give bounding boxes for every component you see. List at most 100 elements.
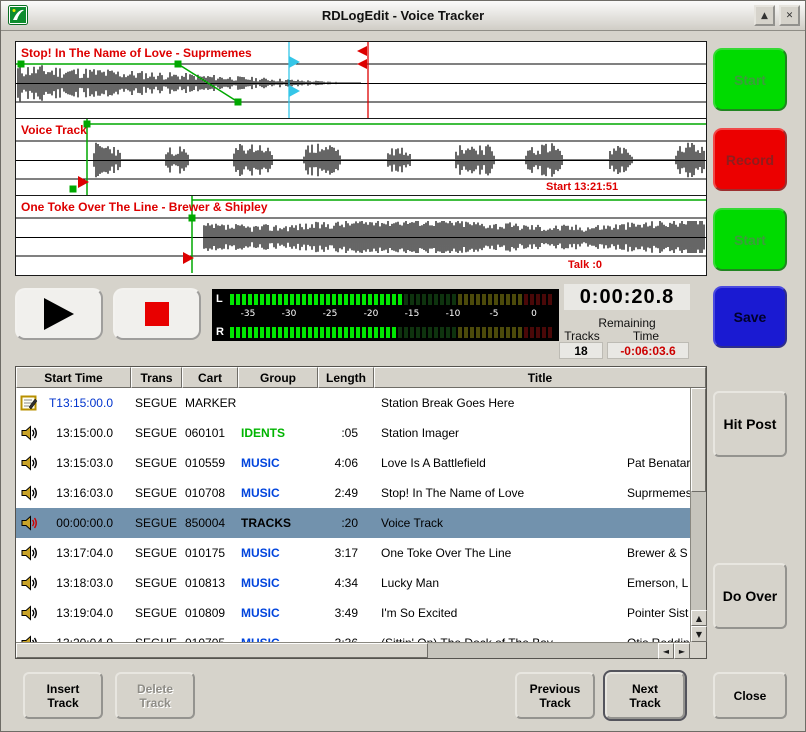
table-row[interactable]: 13:16:03.0SEGUE010708MUSIC2:49Stop! In T… <box>16 478 690 508</box>
cell-trans: SEGUE <box>131 396 182 410</box>
stop-button[interactable] <box>113 288 201 340</box>
table-row[interactable]: 13:19:04.0SEGUE010809MUSIC3:49I'm So Exc… <box>16 598 690 628</box>
cell-cart: 850004 <box>182 516 238 530</box>
cell-cart: 010809 <box>182 606 238 620</box>
speaker-red-icon <box>16 514 42 532</box>
meter-tick-label: -20 <box>364 309 379 319</box>
table-row[interactable]: 00:00:00.0SEGUE850004TRACKS:20Voice Trac… <box>16 508 690 538</box>
cell-start-time: 13:15:00.0 <box>42 426 131 440</box>
meter-right-segments <box>230 327 552 338</box>
meter-left-segments <box>230 294 552 305</box>
cell-length: :05 <box>318 426 374 440</box>
speaker-icon <box>16 454 42 472</box>
scroll-left-icon[interactable]: ◄ <box>658 643 674 659</box>
cell-title: Station Break Goes Here <box>374 388 690 418</box>
play-icon <box>44 298 74 330</box>
vertical-scrollbar[interactable]: ▲ ▼ <box>690 388 706 642</box>
app-window: RDLogEdit - Voice Tracker ▲ ✕ Stop! In T… <box>0 0 806 732</box>
close-button[interactable]: Close <box>713 672 787 719</box>
delete-track-button[interactable]: Delete Track <box>115 672 195 719</box>
insert-track-button[interactable]: Insert Track <box>23 672 103 719</box>
column-header-group: Group <box>238 367 318 388</box>
waveform-panel: Stop! In The Name of Love - Suprmemes Vo… <box>15 41 707 276</box>
table-row[interactable]: 13:17:04.0SEGUE010175MUSIC3:17One Toke O… <box>16 538 690 568</box>
artist-text: Emerson, L <box>627 576 688 590</box>
horizontal-scrollbar[interactable]: ◄ ► <box>16 642 690 658</box>
table-row[interactable]: 13:18:03.0SEGUE010813MUSIC4:34Lucky ManE… <box>16 568 690 598</box>
log-header: Start TimeTransCartGroupLengthTitle <box>16 367 706 388</box>
cell-trans: SEGUE <box>131 516 182 530</box>
cell-group: MUSIC <box>238 546 318 560</box>
table-row[interactable]: 13:15:03.0SEGUE010559MUSIC4:06Love Is A … <box>16 448 690 478</box>
column-header-trans: Trans <box>131 367 182 388</box>
title-text: Lucky Man <box>374 576 439 590</box>
meter-tick-label: -15 <box>405 309 420 319</box>
title-text: Station Imager <box>374 426 459 440</box>
cell-title: Stop! In The Name of LoveSuprmemes <box>374 478 690 508</box>
time-remaining-value: -0:06:03.6 <box>607 342 689 359</box>
meter-right-label: R <box>216 326 230 338</box>
window-title: RDLogEdit - Voice Tracker <box>1 8 805 23</box>
cell-title: I'm So ExcitedPointer Sist <box>374 598 690 628</box>
track-2-title: Voice Track <box>21 123 87 137</box>
cell-group: MUSIC <box>238 456 318 470</box>
speaker-icon <box>16 634 42 642</box>
hit-post-button[interactable]: Hit Post <box>713 391 787 457</box>
previous-track-button[interactable]: Previous Track <box>515 672 595 719</box>
title-text: Stop! In The Name of Love <box>374 486 524 500</box>
scroll-down-icon[interactable]: ▼ <box>691 626 707 642</box>
title-text: One Toke Over The Line <box>374 546 511 560</box>
cell-trans: SEGUE <box>131 456 182 470</box>
cell-cart: 010175 <box>182 546 238 560</box>
tracks-remaining-label: Tracks <box>557 329 607 343</box>
maximize-icon[interactable]: ▲ <box>754 5 775 26</box>
next-track-button[interactable]: Next Track <box>605 672 685 719</box>
save-button[interactable]: Save <box>713 286 787 348</box>
meter-left-label: L <box>216 293 230 305</box>
table-row[interactable]: 13:15:00.0SEGUE060101IDENTS:05Station Im… <box>16 418 690 448</box>
cell-length: 4:34 <box>318 576 374 590</box>
scroll-up-icon[interactable]: ▲ <box>691 610 707 626</box>
waveform-track-1[interactable]: Stop! In The Name of Love - Suprmemes <box>16 42 706 119</box>
vertical-scrollbar-thumb[interactable] <box>691 388 706 492</box>
cell-cart: 010813 <box>182 576 238 590</box>
cell-start-time: T13:15:00.0 <box>42 396 131 410</box>
table-row[interactable]: T13:15:00.0SEGUEMARKERStation Break Goes… <box>16 388 690 418</box>
cell-trans: SEGUE <box>131 486 182 500</box>
table-row[interactable]: 13:20:04.0SEGUE010705MUSIC3:36(Sittin' O… <box>16 628 690 642</box>
cell-title: Love Is A BattlefieldPat Benatar <box>374 448 690 478</box>
tracks-remaining-value: 18 <box>559 342 603 359</box>
speaker-icon <box>16 604 42 622</box>
audio-level-meter: L -35-30-25-20-15-10-50 R <box>212 289 559 341</box>
speaker-icon <box>16 544 42 562</box>
cell-cart: 060101 <box>182 426 238 440</box>
record-button[interactable]: Record <box>713 128 787 191</box>
scroll-right-icon[interactable]: ► <box>674 643 690 659</box>
stop-icon <box>145 302 169 326</box>
titlebar[interactable]: RDLogEdit - Voice Tracker ▲ ✕ <box>1 1 805 31</box>
artist-text: Pat Benatar <box>627 456 690 470</box>
do-over-button[interactable]: Do Over <box>713 563 787 629</box>
cell-trans: SEGUE <box>131 576 182 590</box>
waveform-track-2[interactable]: Voice Track Start 13:21:51 <box>16 119 706 196</box>
horizontal-scrollbar-thumb[interactable] <box>16 643 428 658</box>
cell-length: 3:49 <box>318 606 374 620</box>
play-button[interactable] <box>15 288 103 340</box>
meter-scale: -35-30-25-20-15-10-50 <box>212 309 559 321</box>
close-icon[interactable]: ✕ <box>779 5 800 26</box>
meter-tick-label: -5 <box>490 309 499 319</box>
meter-tick-label: -10 <box>446 309 461 319</box>
cell-length: 3:17 <box>318 546 374 560</box>
start-button-bottom[interactable]: Start <box>713 208 787 271</box>
waveform-track-3[interactable]: One Toke Over The Line - Brewer & Shiple… <box>16 196 706 273</box>
title-text: Station Break Goes Here <box>374 396 514 410</box>
meter-tick-label: -35 <box>241 309 256 319</box>
meter-tick-label: -30 <box>282 309 297 319</box>
start-button-top[interactable]: Start <box>713 48 787 111</box>
cell-title: Station Imager <box>374 418 690 448</box>
artist-text: Pointer Sist <box>627 606 688 620</box>
cell-cart: 010708 <box>182 486 238 500</box>
cell-group: TRACKS <box>238 516 318 530</box>
cell-title: (Sittin' On) The Dock of The BayOtis Red… <box>374 628 690 642</box>
cell-group: MUSIC <box>238 486 318 500</box>
